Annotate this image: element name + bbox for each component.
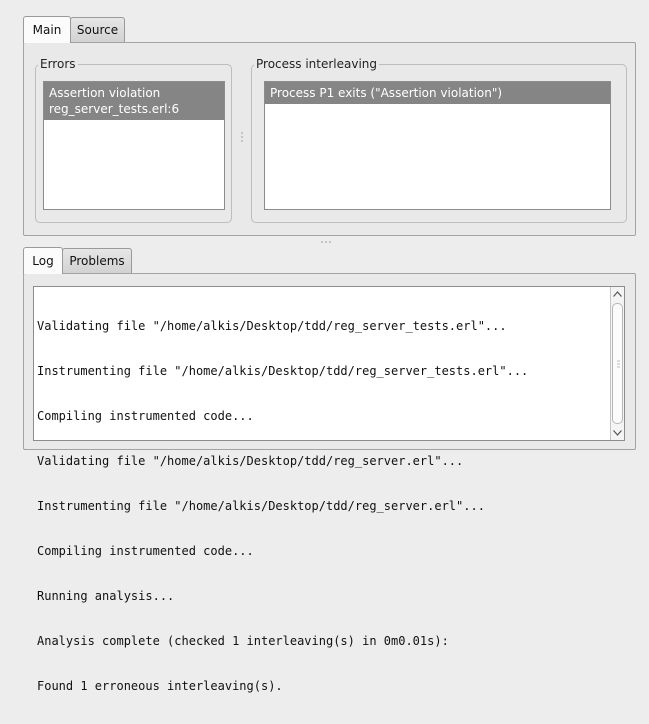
log-line: Found 1 erroneous interleaving(s). <box>37 679 283 693</box>
log-line: Compiling instrumented code... <box>37 409 254 423</box>
vertical-splitter-grip-icon[interactable] <box>240 132 244 142</box>
log-line: Compiling instrumented code... <box>37 544 254 558</box>
process-interleaving-group: Process interleaving Process P1 exits ("… <box>251 56 627 223</box>
tab-source-label: Source <box>76 23 119 37</box>
tab-problems[interactable]: Problems <box>62 248 132 273</box>
process-interleaving-list[interactable]: Process P1 exits ("Assertion violation") <box>264 81 611 210</box>
process-interleaving-group-title: Process interleaving <box>254 56 380 72</box>
log-vertical-scrollbar[interactable] <box>610 287 624 440</box>
errors-group: Errors Assertion violation reg_server_te… <box>35 56 232 223</box>
errors-list[interactable]: Assertion violation reg_server_tests.erl… <box>43 81 225 210</box>
log-line: Running analysis... <box>37 589 175 603</box>
tab-main[interactable]: Main <box>23 16 71 43</box>
log-line: Analysis complete (checked 1 interleavin… <box>37 634 449 648</box>
scroll-up-arrow-icon[interactable] <box>611 287 624 301</box>
log-scrollbar-thumb[interactable] <box>612 303 623 424</box>
log-line: Validating file "/home/alkis/Desktop/tdd… <box>37 454 464 468</box>
error-item-location: reg_server_tests.erl:6 <box>49 102 180 116</box>
log-line: Instrumenting file "/home/alkis/Desktop/… <box>37 499 485 513</box>
tab-log-label: Log <box>32 254 54 268</box>
log-tab-panel: Validating file "/home/alkis/Desktop/tdd… <box>23 273 636 693</box>
error-item-selected[interactable]: Assertion violation reg_server_tests.erl… <box>44 82 224 120</box>
error-item-title: Assertion violation <box>49 86 161 100</box>
log-output[interactable]: Validating file "/home/alkis/Desktop/tdd… <box>33 286 625 693</box>
log-text: Validating file "/home/alkis/Desktop/tdd… <box>37 289 606 724</box>
tab-source[interactable]: Source <box>70 17 125 42</box>
tab-problems-label: Problems <box>69 254 125 268</box>
scroll-down-arrow-icon[interactable] <box>611 426 624 440</box>
log-line: Validating file "/home/alkis/Desktop/tdd… <box>37 319 507 333</box>
interleaving-item-selected[interactable]: Process P1 exits ("Assertion violation") <box>265 82 610 104</box>
log-line: Instrumenting file "/home/alkis/Desktop/… <box>37 364 529 378</box>
errors-group-title: Errors <box>38 56 78 72</box>
tab-log[interactable]: Log <box>23 247 63 274</box>
main-tab-panel: Errors Assertion violation reg_server_te… <box>23 42 636 236</box>
horizontal-splitter-grip-icon[interactable] <box>321 240 331 244</box>
tab-main-label: Main <box>32 23 62 37</box>
